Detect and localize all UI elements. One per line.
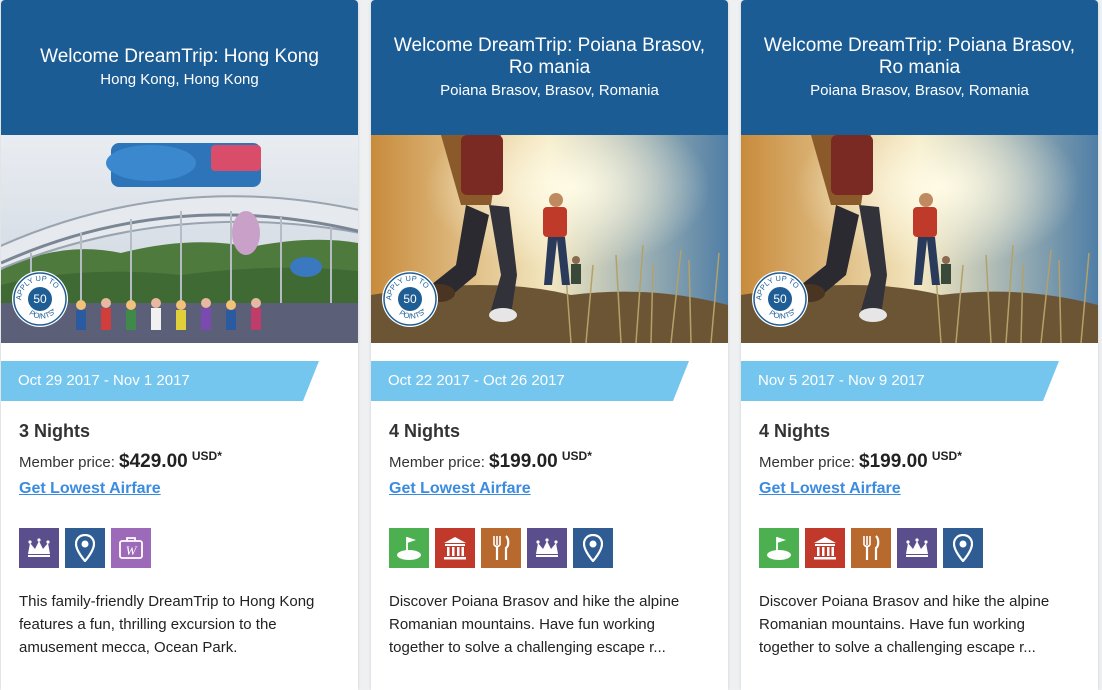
- trip-image[interactable]: APPLY UP TO POINTS* 50: [1, 135, 358, 343]
- dining-icon: [851, 528, 891, 568]
- trip-location: Hong Kong, Hong Kong: [100, 70, 259, 88]
- trip-location: Poiana Brasov, Brasov, Romania: [810, 81, 1029, 99]
- price-amount: $199.00: [859, 451, 928, 472]
- trip-description: Discover Poiana Brasov and hike the alpi…: [389, 593, 680, 656]
- trip-description: This family-friendly DreamTrip to Hong K…: [19, 593, 315, 656]
- trip-title: Welcome DreamTrip: Hong Kong: [40, 45, 319, 67]
- points-value: 50: [398, 287, 422, 311]
- price-currency: USD*: [561, 449, 592, 463]
- card-header: Welcome DreamTrip: Poiana Brasov, Ro man…: [371, 0, 728, 135]
- map-pin-icon: [573, 528, 613, 568]
- amenity-icons: [759, 528, 1080, 568]
- price-label: Member price:: [19, 454, 115, 471]
- apply-points-badge: APPLY UP TO POINTS* 50: [752, 271, 808, 327]
- svg-text:W: W: [126, 543, 138, 558]
- trip-image[interactable]: APPLY UP TO POINTS* 50: [371, 135, 728, 343]
- golf-icon: [389, 528, 429, 568]
- trip-title: Welcome DreamTrip: Poiana Brasov, Ro man…: [393, 34, 706, 78]
- price-label: Member price:: [389, 454, 485, 471]
- price-currency: USD*: [191, 449, 222, 463]
- price-amount: $199.00: [489, 451, 558, 472]
- member-price: Member price: $429.00 USD*: [19, 445, 340, 474]
- trip-nights: 4 Nights: [389, 421, 461, 441]
- dining-icon: [481, 528, 521, 568]
- amenity-icons: W: [19, 528, 340, 568]
- wedding-icon: W: [111, 528, 151, 568]
- apply-points-badge: APPLY UP TO POINTS* 50: [12, 271, 68, 327]
- map-pin-icon: [65, 528, 105, 568]
- apply-points-badge: APPLY UP TO POINTS* 50: [382, 271, 438, 327]
- museum-icon: [435, 528, 475, 568]
- member-price: Member price: $199.00 USD*: [759, 445, 1080, 474]
- get-lowest-airfare-link[interactable]: Get Lowest Airfare: [759, 480, 901, 498]
- price-amount: $429.00: [119, 451, 188, 472]
- map-pin-icon: [943, 528, 983, 568]
- golf-icon: [759, 528, 799, 568]
- trip-card[interactable]: Welcome DreamTrip: Poiana Brasov, Ro man…: [371, 0, 728, 690]
- crown-icon: [19, 528, 59, 568]
- trip-description: Discover Poiana Brasov and hike the alpi…: [759, 593, 1050, 656]
- get-lowest-airfare-link[interactable]: Get Lowest Airfare: [389, 480, 531, 498]
- trip-nights: 3 Nights: [19, 421, 91, 441]
- price-label: Member price:: [759, 454, 855, 471]
- trip-dates: Oct 29 2017 - Nov 1 2017: [18, 372, 190, 389]
- trip-dates: Nov 5 2017 - Nov 9 2017: [758, 372, 925, 389]
- card-header: Welcome DreamTrip: Poiana Brasov, Ro man…: [741, 0, 1098, 135]
- trip-location: Poiana Brasov, Brasov, Romania: [440, 81, 659, 99]
- crown-icon: [527, 528, 567, 568]
- trip-card[interactable]: Welcome DreamTrip: Hong Kong Hong Kong, …: [1, 0, 358, 690]
- trip-card[interactable]: Welcome DreamTrip: Poiana Brasov, Ro man…: [741, 0, 1098, 690]
- points-value: 50: [768, 287, 792, 311]
- date-ribbon: Oct 22 2017 - Oct 26 2017: [371, 361, 728, 401]
- get-lowest-airfare-link[interactable]: Get Lowest Airfare: [19, 480, 161, 498]
- points-value: 50: [28, 287, 52, 311]
- trip-dates: Oct 22 2017 - Oct 26 2017: [388, 372, 565, 389]
- date-ribbon: Nov 5 2017 - Nov 9 2017: [741, 361, 1098, 401]
- crown-icon: [897, 528, 937, 568]
- member-price: Member price: $199.00 USD*: [389, 445, 710, 474]
- trip-title: Welcome DreamTrip: Poiana Brasov, Ro man…: [763, 34, 1076, 78]
- amenity-icons: [389, 528, 710, 568]
- price-currency: USD*: [931, 449, 962, 463]
- trip-nights: 4 Nights: [759, 421, 831, 441]
- museum-icon: [805, 528, 845, 568]
- card-header: Welcome DreamTrip: Hong Kong Hong Kong, …: [1, 0, 358, 135]
- trip-image[interactable]: APPLY UP TO POINTS* 50: [741, 135, 1098, 343]
- date-ribbon: Oct 29 2017 - Nov 1 2017: [1, 361, 358, 401]
